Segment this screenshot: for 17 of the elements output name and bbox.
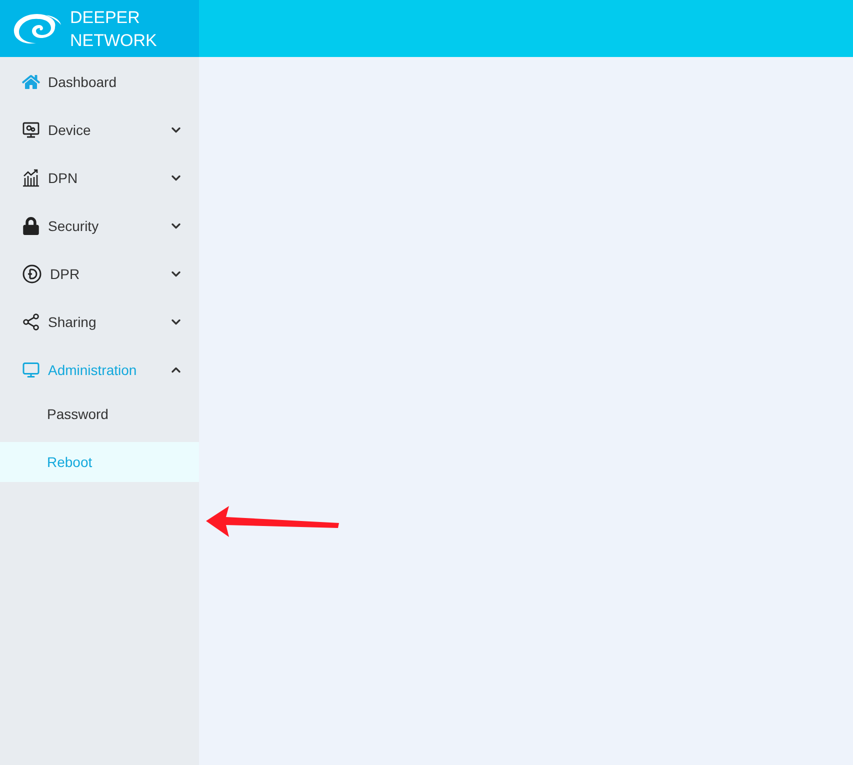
share-icon bbox=[22, 313, 40, 331]
menu-item[interactable]: Sharing bbox=[0, 298, 199, 346]
brand-name: DEEPER bbox=[70, 6, 141, 28]
menu-item[interactable]: DPN bbox=[0, 154, 199, 202]
chart-icon bbox=[22, 169, 40, 187]
monitor-icon bbox=[22, 361, 40, 379]
logo-icon bbox=[12, 12, 62, 46]
menu-item[interactable]: Security bbox=[0, 202, 199, 250]
menu-item[interactable]: Device bbox=[0, 106, 199, 154]
lock-icon bbox=[22, 217, 40, 235]
menu-item[interactable]: Dashboard bbox=[0, 58, 199, 106]
brand-name: NETWORK bbox=[70, 30, 157, 52]
home-icon bbox=[22, 73, 40, 91]
menu-item[interactable]: DPR bbox=[0, 250, 199, 298]
coin-icon bbox=[22, 264, 42, 284]
submenu-item[interactable]: Password bbox=[0, 394, 199, 434]
monitor-gears-icon bbox=[22, 121, 40, 139]
